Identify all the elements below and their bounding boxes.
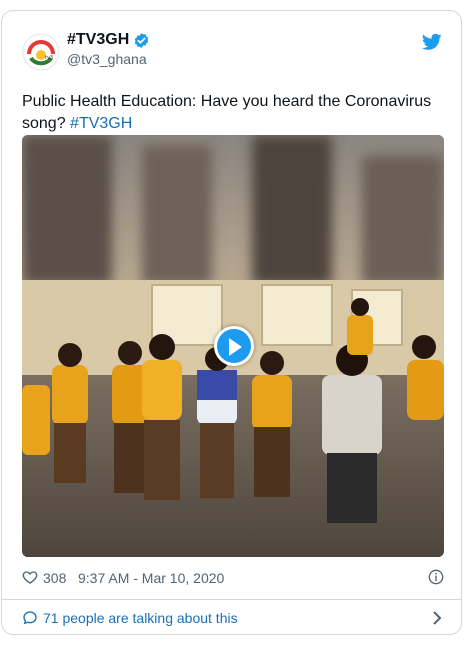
play-icon <box>229 338 242 356</box>
heart-icon[interactable] <box>22 569 38 585</box>
play-button[interactable] <box>214 326 254 366</box>
author-names: #TV3GH @tv3_ghana <box>67 31 150 67</box>
like-count[interactable]: 308 <box>43 570 66 586</box>
avatar[interactable]: tv3 <box>22 33 60 71</box>
tweet-meta: 308 9:37 AM - Mar 10, 2020 <box>22 567 444 589</box>
hashtag-link[interactable]: #TV3GH <box>70 115 132 132</box>
display-name[interactable]: #TV3GH <box>67 31 129 49</box>
video-thumbnail[interactable] <box>22 135 444 557</box>
speech-bubble-icon <box>22 610 38 626</box>
svg-text:tv3: tv3 <box>45 55 53 61</box>
divider <box>2 599 461 600</box>
conversation-link[interactable]: 71 people are talking about this <box>22 607 444 629</box>
conversation-text[interactable]: 71 people are talking about this <box>43 610 238 626</box>
verified-badge-icon <box>133 32 150 49</box>
info-icon[interactable] <box>428 569 444 585</box>
handle[interactable]: @tv3_ghana <box>67 51 150 67</box>
tweet-embed-card: tv3 #TV3GH @tv3_ghana Public Health Educ… <box>1 10 462 635</box>
tweet-header: tv3 #TV3GH @tv3_ghana <box>22 29 442 73</box>
tweet-text: Public Health Education: Have you heard … <box>22 91 442 135</box>
twitter-bird-icon[interactable] <box>421 33 442 51</box>
timestamp[interactable]: 9:37 AM - Mar 10, 2020 <box>78 570 224 586</box>
chevron-right-icon[interactable] <box>430 610 444 626</box>
